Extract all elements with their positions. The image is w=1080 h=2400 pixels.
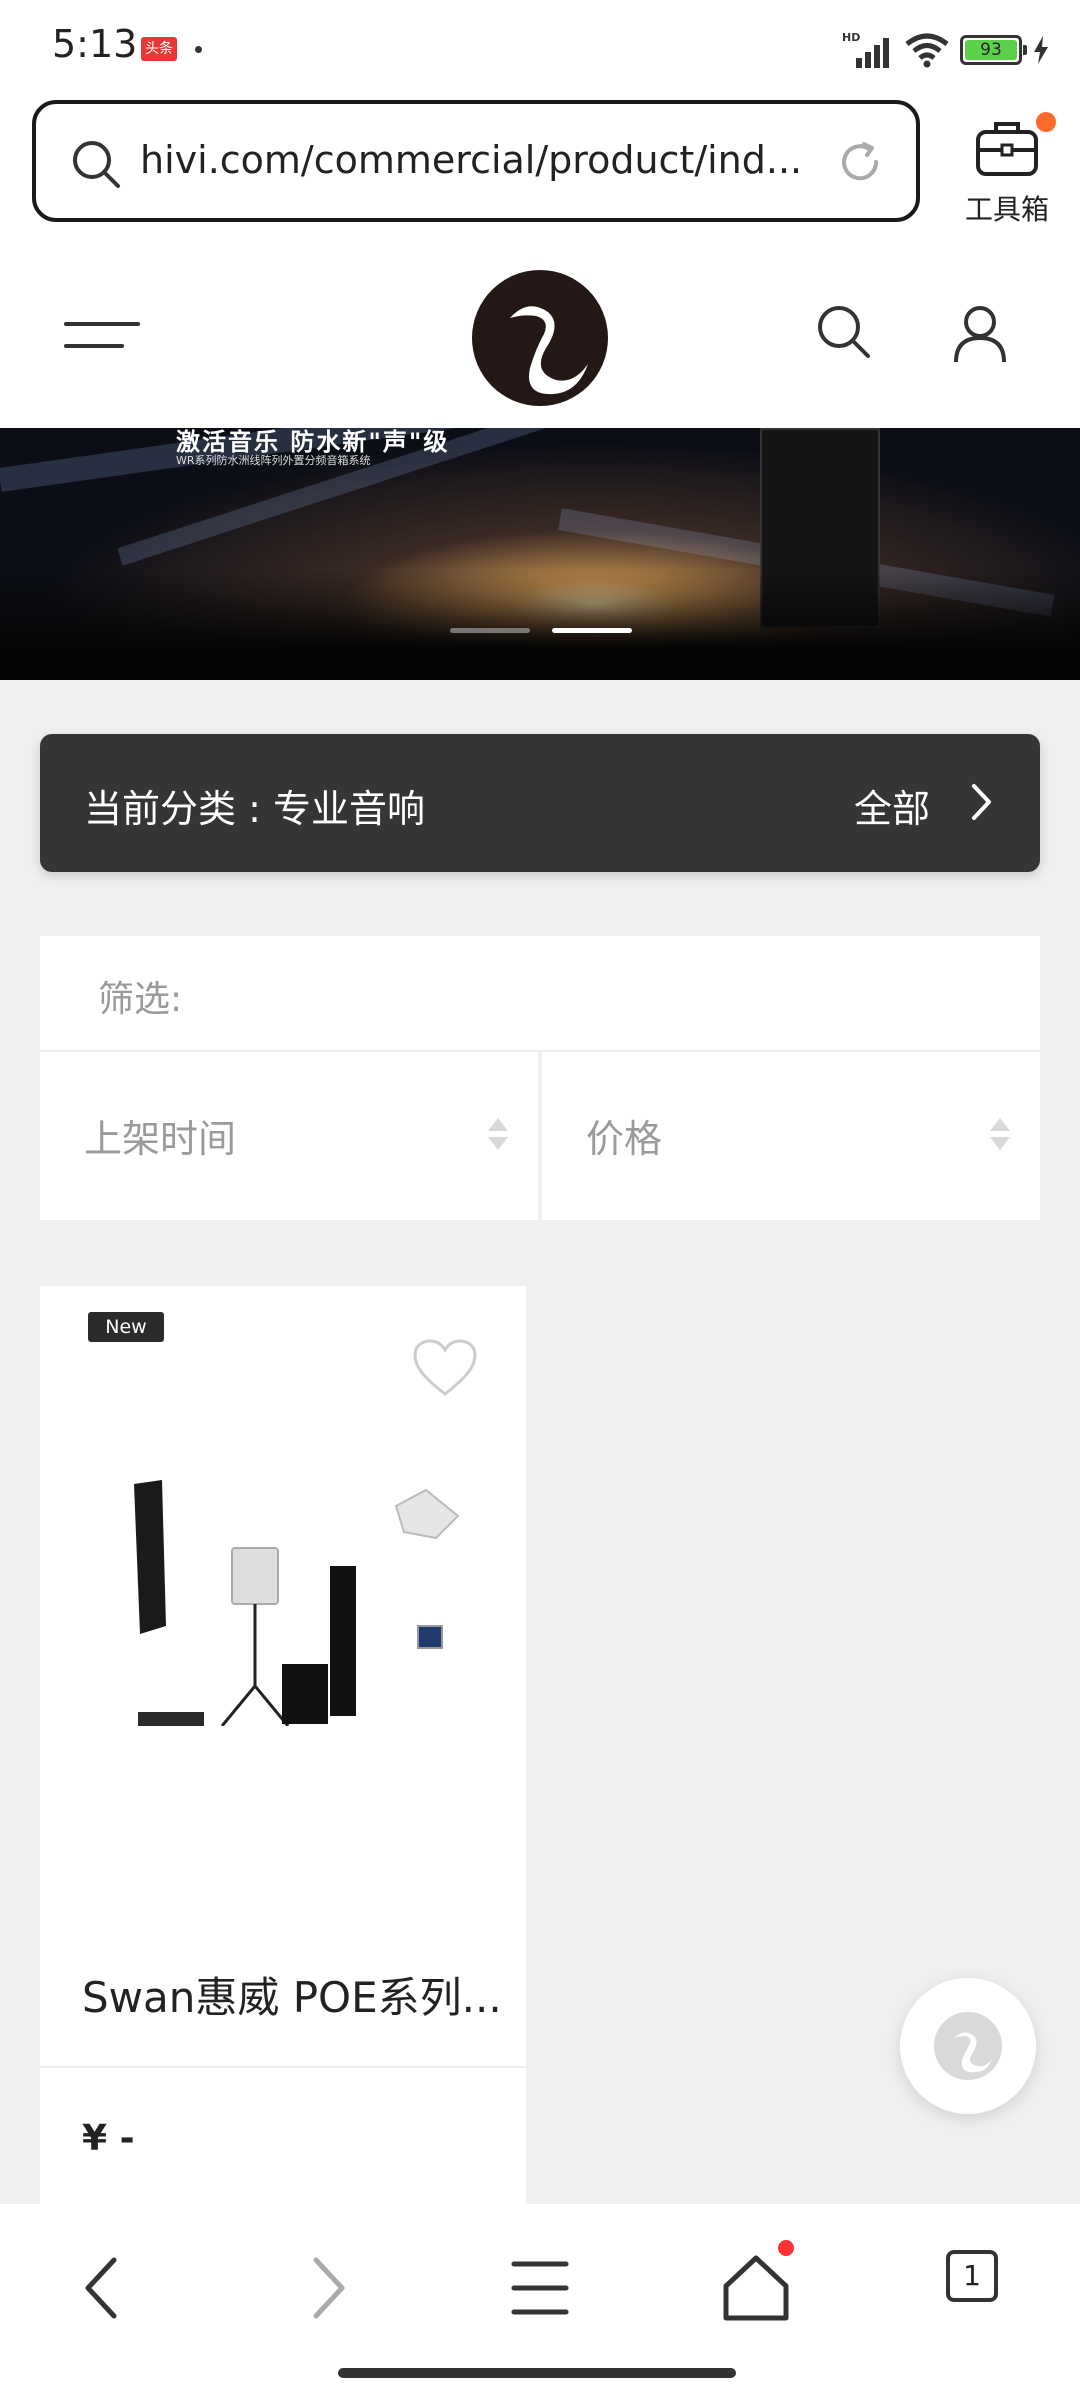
toolbox-notification-dot — [1036, 112, 1056, 132]
new-badge: New — [88, 1312, 164, 1342]
logo-icon — [934, 2012, 1002, 2080]
battery-icon: 93 — [960, 35, 1027, 65]
filter-label: 筛选: — [98, 979, 183, 1020]
menu-lines-icon[interactable] — [500, 2248, 580, 2328]
search-icon — [73, 141, 120, 188]
toolbox-label: 工具箱 — [964, 193, 1049, 226]
site-header — [0, 236, 1080, 428]
chevron-right-icon — [972, 784, 991, 820]
tabs-button[interactable]: 1 — [946, 2250, 998, 2302]
charging-icon — [1034, 36, 1048, 64]
status-time: 5:13 — [52, 22, 138, 66]
sort-arrows-icon — [990, 1118, 1010, 1150]
category-bar[interactable]: 当前分类 : 专业音响 全部 — [40, 734, 1040, 872]
back-icon[interactable] — [66, 2248, 146, 2328]
toutiao-badge: 头条 — [141, 37, 177, 61]
status-icons: HD 93 — [842, 28, 1050, 72]
product-image[interactable] — [120, 1476, 500, 1726]
wifi-icon — [905, 33, 949, 68]
banner-subtitle: WR系列防水洲线阵列外置分频音箱系统 — [176, 454, 371, 467]
home-indicator[interactable] — [338, 2368, 736, 2378]
address-bar[interactable]: hivi.com/commercial/product/ind... — [32, 100, 920, 222]
sort-price-label: 价格 — [586, 1117, 663, 1161]
hivi-logo[interactable] — [470, 268, 610, 408]
toolbox-icon — [976, 122, 1038, 176]
sort-by-time[interactable]: 上架时间 — [40, 1052, 538, 1220]
forward-icon[interactable] — [284, 2248, 364, 2328]
sort-time-label: 上架时间 — [84, 1117, 237, 1161]
heart-icon[interactable] — [412, 1338, 478, 1398]
svg-text:HD: HD — [842, 31, 860, 44]
toolbox-button[interactable]: 工具箱 — [952, 104, 1062, 226]
site-search-icon[interactable] — [814, 302, 874, 362]
home-notification-dot — [778, 2240, 794, 2256]
crowd-silhouette — [0, 570, 1080, 680]
sort-arrows-icon — [488, 1118, 508, 1150]
carousel-indicator-1[interactable] — [450, 628, 530, 633]
filter-panel: 筛选: 上架时间 价格 — [40, 936, 1040, 1220]
home-icon[interactable] — [716, 2248, 796, 2328]
hero-banner[interactable]: 激活音乐 防水新"声"级 WR系列防水洲线阵列外置分频音箱系统 — [0, 428, 1080, 680]
user-icon[interactable] — [950, 302, 1010, 366]
notification-dot — [195, 46, 202, 53]
sort-by-price[interactable]: 价格 — [542, 1052, 1040, 1220]
browser-toolbar: hivi.com/commercial/product/ind... 工具箱 — [0, 96, 1080, 236]
menu-icon[interactable] — [64, 322, 140, 352]
reload-icon[interactable] — [834, 136, 886, 188]
url-text[interactable]: hivi.com/commercial/product/ind... — [140, 138, 810, 182]
product-price: ¥ - — [82, 2118, 135, 2159]
signal-icon: HD — [842, 31, 889, 68]
status-bar: 5:13 头条 HD 93 — [0, 0, 1080, 96]
current-category-label: 当前分类 : 专业音响 — [84, 787, 425, 831]
product-name[interactable]: Swan惠威 POE系列... — [82, 1964, 502, 2025]
product-card[interactable]: New Swan惠威 POE系列... ¥ - — [40, 1286, 526, 2206]
floating-logo-button[interactable] — [900, 1978, 1036, 2114]
battery-level: 93 — [965, 40, 1017, 60]
card-divider — [40, 2066, 526, 2068]
category-all-link[interactable]: 全部 — [854, 778, 930, 833]
carousel-indicator-2[interactable] — [552, 628, 632, 633]
